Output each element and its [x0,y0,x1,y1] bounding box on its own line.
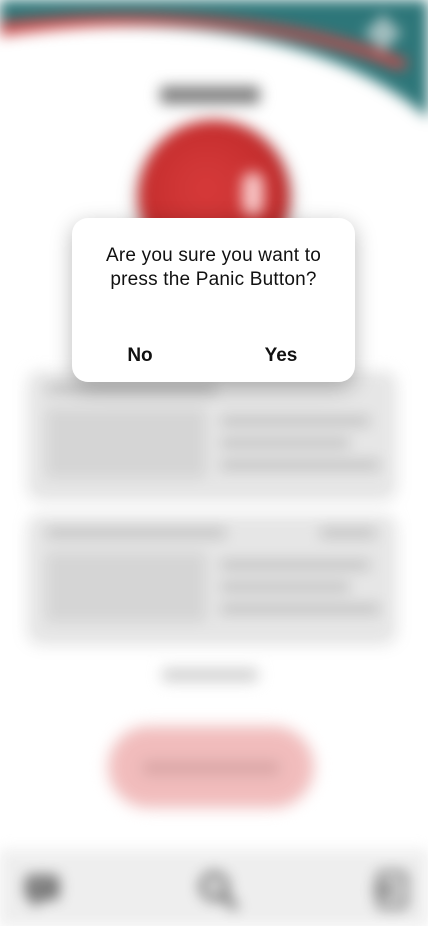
confirm-dialog: Are you sure you want to press the Panic… [72,218,355,382]
app-screen: Are you sure you want to press the Panic… [0,0,428,926]
modal-backdrop[interactable] [0,0,428,926]
dialog-message: Are you sure you want to press the Panic… [106,245,321,290]
yes-button[interactable]: Yes [221,342,341,370]
no-button[interactable]: No [80,342,200,370]
